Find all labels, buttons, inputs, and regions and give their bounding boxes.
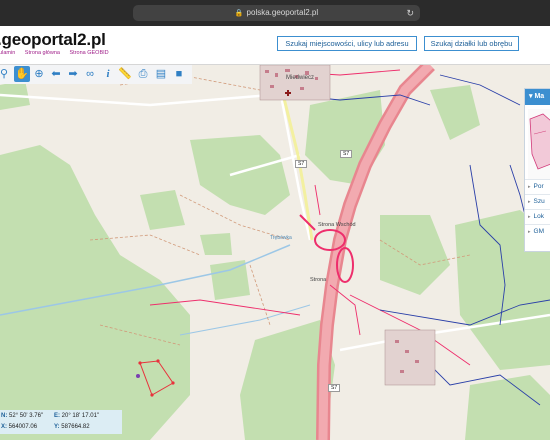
site-logo[interactable]: .geoportal2.pl [0, 30, 106, 50]
print-icon[interactable]: ⎙ [135, 66, 151, 82]
layers-icon[interactable]: ▤ [153, 66, 169, 82]
coord-x: X: 564007.06 [1, 424, 38, 430]
url-text: polska.geoportal2.pl [246, 8, 319, 17]
side-panel: ▾ Ma ▸ Por ▸ Szu ▸ Lok ▸ GM [524, 88, 550, 252]
zoom-out-icon[interactable]: ⚲ [0, 66, 12, 82]
arrow-right-icon: ▸ [528, 214, 531, 220]
coordinates-readout: N: 52° 50' 3.76" E: 20° 18' 17.01" X: 56… [0, 410, 122, 434]
link-geobid[interactable]: Strona GEOBID [70, 50, 109, 56]
arrow-right-icon: ▸ [528, 199, 531, 205]
browser-bar: 🔒 polska.geoportal2.pl ↻ [0, 0, 550, 26]
overview-map-thumbnail[interactable] [528, 109, 550, 179]
search-parcel-button[interactable]: Szukaj działki lub obrębu [424, 36, 519, 51]
arrow-right-icon: ▸ [528, 184, 531, 190]
panel-item-0[interactable]: ▸ Por [525, 179, 550, 194]
road-number-1: S7 [295, 160, 308, 168]
place-label: Miedwiecz [286, 75, 315, 81]
reload-icon[interactable]: ↻ [406, 5, 414, 21]
header-links: gulamin Strona główna Strona GEOBID [0, 50, 117, 56]
coord-n: N: 52° 50' 3.76" [1, 413, 44, 419]
back-arrow-icon[interactable]: ⬅ [48, 66, 64, 82]
search-place-button[interactable]: Szukaj miejscowości, ulicy lub adresu [277, 36, 417, 51]
coord-e: E: 20° 18' 17.01" [54, 413, 100, 419]
panel-title[interactable]: ▾ Ma [525, 89, 550, 105]
road-number-2: S7 [340, 150, 353, 158]
forest-areas [0, 80, 550, 440]
site-header: .geoportal2.pl gulamin Strona główna Str… [0, 26, 550, 65]
link-regulamin[interactable]: gulamin [0, 50, 15, 56]
panel-item-1[interactable]: ▸ Szu [525, 194, 550, 209]
video-icon[interactable]: ■ [171, 66, 187, 82]
arrow-right-icon: ▸ [528, 229, 531, 235]
link-icon[interactable]: ∞ [82, 66, 98, 82]
panel-item-3[interactable]: ▸ GM [525, 224, 550, 239]
url-bar[interactable]: 🔒 polska.geoportal2.pl ↻ [133, 5, 420, 21]
measure-icon[interactable]: 📏 [117, 66, 133, 82]
road-number-3: S7 [328, 384, 341, 392]
junction-label-1: Strona Wschód [318, 222, 356, 228]
map-toolbar: ⚲ ✋ ⊕ ⬅ ➡ ∞ i 📏 ⎙ ▤ ■ [0, 65, 192, 84]
junction-label-2: Strona [310, 277, 327, 283]
link-home[interactable]: Strona główna [25, 50, 60, 56]
zoom-in-icon[interactable]: ⊕ [31, 66, 47, 82]
panel-item-2[interactable]: ▸ Lok [525, 209, 550, 224]
map-canvas[interactable]: Miedwiecz Strona Wschód Strona Trębówka … [0, 65, 550, 440]
map-layer [0, 65, 550, 440]
forward-arrow-icon[interactable]: ➡ [65, 66, 81, 82]
lock-icon: 🔒 [234, 10, 244, 17]
pan-hand-icon[interactable]: ✋ [14, 66, 30, 82]
info-icon[interactable]: i [100, 66, 116, 82]
coord-y: Y: 587664.82 [54, 424, 90, 430]
stream-label: Trębówka [270, 235, 292, 241]
